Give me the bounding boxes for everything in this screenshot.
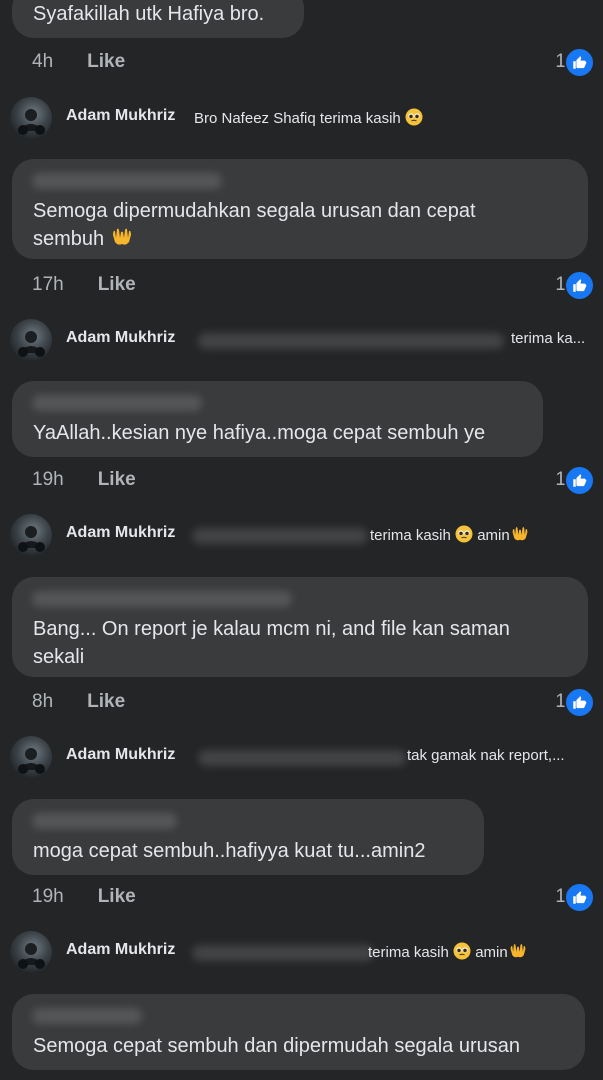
comment-time[interactable]: 19h	[32, 886, 64, 908]
reply-row[interactable]: Adam Mukhriz Bro Nafeez Shafiq terima ka…	[10, 97, 600, 141]
comment-bubble[interactable]: Syafakillah utk Hafiya bro.	[12, 0, 304, 38]
avatar[interactable]	[10, 514, 52, 556]
reply-author[interactable]: Adam Mukhriz	[66, 524, 175, 542]
reply-row[interactable]: Adam Mukhriz terima kasih amin	[10, 931, 600, 975]
reply-text-content: terima kasih	[370, 527, 451, 544]
comment-text: Syafakillah utk Hafiya bro.	[33, 3, 265, 25]
comment-bubble[interactable]: Semoga cepat sembuh dan dipermudah segal…	[12, 994, 585, 1070]
comment-meta: 8h Like 1	[32, 686, 595, 718]
comment-meta: 17h Like 1	[32, 269, 595, 301]
reply-author[interactable]: Adam Mukhriz	[66, 107, 175, 125]
commenter-name-redacted[interactable]	[32, 173, 222, 189]
comment-text-line: Semoga dipermudahkan segala urusan dan c…	[33, 200, 476, 222]
commenter-name-redacted[interactable]	[32, 591, 292, 607]
commenter-name-redacted[interactable]	[32, 1008, 142, 1024]
thumbs-up-icon	[564, 464, 595, 496]
comment-meta: 19h Like 1	[32, 881, 595, 913]
like-button[interactable]: Like	[87, 51, 125, 73]
reply-text-content: amin	[477, 527, 510, 544]
comment-text-line: sembuh	[33, 225, 570, 256]
reply-text-content: terima kasih	[368, 944, 449, 961]
reply-author[interactable]: Adam Mukhriz	[66, 329, 175, 347]
comment-text-line: Bang... On report je kalau mcm ni, and f…	[33, 618, 510, 640]
avatar[interactable]	[10, 97, 52, 139]
thumbs-up-icon	[564, 46, 595, 78]
like-button[interactable]: Like	[98, 469, 136, 491]
reply-row[interactable]: Adam Mukhriz terima ka...	[10, 319, 600, 363]
reply-author[interactable]: Adam Mukhriz	[66, 941, 175, 959]
reply-text: terima kasih amin	[368, 942, 528, 964]
comment-bubble[interactable]: Semoga dipermudahkan segala urusan dan c…	[12, 159, 588, 259]
commenter-name-redacted[interactable]	[32, 813, 177, 829]
reply-row[interactable]: Adam Mukhriz terima kasih amin	[10, 514, 600, 558]
avatar[interactable]	[10, 736, 52, 778]
comment-text-word: sembuh	[33, 228, 105, 250]
comment-time[interactable]: 4h	[32, 51, 53, 73]
reply-text: terima ka...	[511, 330, 586, 347]
comment-meta: 4h Like 1	[32, 46, 595, 78]
reply-row[interactable]: Adam Mukhriz tak gamak nak report,...	[10, 736, 600, 780]
reply-text-content: Bro Nafeez Shafiq terima kasih	[194, 110, 401, 127]
comment-bubble[interactable]: moga cepat sembuh..hafiyya kuat tu...ami…	[12, 799, 484, 875]
pleading-face-emoji	[405, 108, 423, 130]
comment-text: moga cepat sembuh..hafiyya kuat tu...ami…	[33, 840, 426, 862]
like-button[interactable]: Like	[87, 691, 125, 713]
avatar[interactable]	[10, 319, 52, 361]
open-hands-emoji	[510, 525, 530, 547]
comment-time[interactable]: 8h	[32, 691, 53, 713]
comment-text: Bang... On report je kalau mcm ni, and f…	[33, 615, 570, 671]
reply-author[interactable]: Adam Mukhriz	[66, 746, 175, 764]
thumbs-up-icon	[564, 686, 595, 718]
comment-text-line: sekali	[33, 646, 85, 668]
comment-bubble[interactable]: Bang... On report je kalau mcm ni, and f…	[12, 577, 588, 677]
commenter-name-redacted[interactable]	[32, 395, 202, 411]
tagged-name-redacted[interactable]	[198, 333, 504, 349]
reply-text: tak gamak nak report,...	[407, 747, 565, 764]
comment-meta: 19h Like 1	[32, 464, 595, 496]
comment-time[interactable]: 17h	[32, 274, 64, 296]
avatar[interactable]	[10, 931, 52, 973]
comment-bubble[interactable]: YaAllah..kesian nye hafiya..moga cepat s…	[12, 381, 543, 457]
pleading-face-emoji	[453, 942, 471, 964]
comment-text: Semoga cepat sembuh dan dipermudah segal…	[33, 1035, 520, 1057]
reply-text: terima kasih amin	[370, 525, 530, 547]
open-hands-emoji	[110, 226, 134, 256]
comment-time[interactable]: 19h	[32, 469, 64, 491]
tagged-name-redacted[interactable]	[192, 528, 368, 544]
like-button[interactable]: Like	[98, 886, 136, 908]
open-hands-emoji	[508, 942, 528, 964]
comment-text: Semoga dipermudahkan segala urusan dan c…	[33, 197, 570, 256]
reply-text-content: amin	[475, 944, 508, 961]
reply-text: Bro Nafeez Shafiq terima kasih	[194, 108, 423, 130]
tagged-name-redacted[interactable]	[198, 750, 406, 766]
thumbs-up-icon	[564, 269, 595, 301]
tagged-name-redacted[interactable]	[192, 945, 374, 961]
pleading-face-emoji	[455, 525, 473, 547]
thumbs-up-icon	[564, 881, 595, 913]
like-button[interactable]: Like	[98, 274, 136, 296]
comment-text: YaAllah..kesian nye hafiya..moga cepat s…	[33, 422, 486, 444]
